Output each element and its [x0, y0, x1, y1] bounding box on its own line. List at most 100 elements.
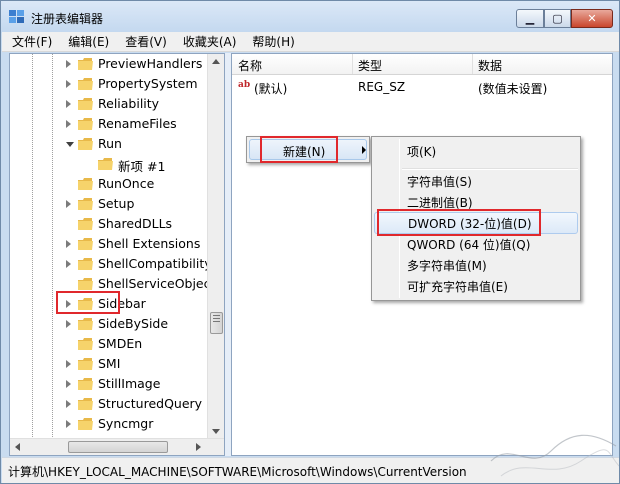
submenu-item-label: 多字符串值(M) — [407, 258, 487, 273]
folder-icon — [78, 218, 93, 230]
folder-icon — [78, 98, 93, 110]
tree-item-label: SMI — [98, 356, 121, 371]
submenu-item-label: 字符串值(S) — [407, 174, 472, 189]
key-tree-pane[interactable]: PreviewHandlers PropertySystem Reliability… — [9, 53, 225, 456]
value-data: (数值未设置) — [478, 82, 548, 96]
submenu-item-label: 可扩充字符串值(E) — [407, 279, 508, 294]
tree-item-label: ShellServiceObjectDelayLoad — [98, 276, 208, 291]
maximize-icon: ▢ — [552, 12, 563, 25]
folder-icon — [78, 118, 93, 130]
status-bar: 计算机\HKEY_LOCAL_MACHINE\SOFTWARE\Microsof… — [2, 457, 619, 483]
folder-icon — [78, 238, 93, 250]
list-header: 名称 类型 数据 — [232, 54, 612, 75]
folder-icon — [78, 398, 93, 410]
tree-item-label: SideBySide — [98, 316, 169, 331]
tree-item[interactable]: Shell Extensions — [10, 234, 208, 254]
submenu-item-key-label: 项(K) — [407, 144, 437, 159]
minimize-button[interactable]: ▁ — [516, 9, 544, 28]
folder-icon — [78, 358, 93, 370]
minimize-icon: ▁ — [525, 12, 535, 25]
submenu-item-label: 二进制值(B) — [407, 195, 473, 210]
column-divider[interactable] — [352, 54, 353, 74]
tree-item-label: Reliability — [98, 96, 160, 111]
tree-item-label: Shell Extensions — [98, 236, 201, 251]
menu-view[interactable]: 查看(V) — [115, 33, 173, 50]
tree-scroll-thumb[interactable] — [210, 312, 223, 334]
key-path: 计算机\HKEY_LOCAL_MACHINE\SOFTWARE\Microsof… — [8, 465, 467, 479]
folder-icon — [78, 258, 93, 270]
menu-edit[interactable]: 编辑(E) — [58, 33, 115, 50]
tree-item[interactable]: SMI — [10, 354, 208, 374]
tree-item[interactable]: RenameFiles — [10, 114, 208, 134]
expand-arrow-icon[interactable] — [66, 100, 71, 108]
expand-arrow-icon[interactable] — [66, 260, 71, 268]
folder-icon — [78, 58, 93, 70]
value-name: (默认) — [254, 82, 288, 96]
tree-item[interactable]: Setup — [10, 194, 208, 214]
expand-arrow-icon[interactable] — [66, 400, 71, 408]
submenu-arrow-icon — [362, 146, 366, 154]
folder-icon — [78, 318, 93, 330]
submenu-item-label: QWORD (64 位)值(Q) — [407, 237, 531, 252]
tree-hscroll-thumb[interactable] — [68, 441, 168, 453]
scroll-left-icon[interactable] — [15, 443, 20, 451]
tree-item[interactable]: PropertySystem — [10, 74, 208, 94]
submenu-item-key[interactable]: 项(K) — [374, 140, 578, 162]
scroll-up-icon[interactable] — [212, 59, 220, 64]
value-row[interactable]: ab (默认) REG_SZ (数值未设置) — [232, 78, 612, 98]
tree-item[interactable]: SideBySide — [10, 314, 208, 334]
tree-item[interactable]: Syncmgr — [10, 414, 208, 434]
maximize-button[interactable]: ▢ — [544, 9, 571, 28]
tree-item[interactable]: SharedDLLs — [10, 214, 208, 234]
expand-arrow-icon[interactable] — [66, 420, 71, 428]
expand-arrow-icon[interactable] — [66, 320, 71, 328]
submenu-item[interactable]: 多字符串值(M) — [374, 254, 578, 276]
expand-arrow-icon[interactable] — [66, 80, 71, 88]
menu-help[interactable]: 帮助(H) — [242, 33, 300, 50]
folder-icon — [78, 278, 93, 290]
folder-icon — [78, 78, 93, 90]
menu-favorites[interactable]: 收藏夹(A) — [173, 33, 243, 50]
expand-arrow-icon[interactable] — [66, 240, 71, 248]
menu-file[interactable]: 文件(F) — [2, 33, 58, 50]
tree-item[interactable]: Run — [10, 134, 208, 154]
column-divider[interactable] — [472, 54, 473, 74]
registry-app-icon — [9, 10, 24, 23]
tree-item-label: StillImage — [98, 376, 161, 391]
folder-icon — [78, 178, 93, 190]
tree-item[interactable]: StillImage — [10, 374, 208, 394]
window-title: 注册表编辑器 — [31, 12, 104, 26]
tree-item-label: PropertySystem — [98, 76, 198, 91]
submenu-item[interactable]: QWORD (64 位)值(Q) — [374, 233, 578, 255]
tree-horizontal-scrollbar[interactable] — [10, 438, 224, 455]
tree-item[interactable]: ShellCompatibility — [10, 254, 208, 274]
submenu-item[interactable]: 可扩充字符串值(E) — [374, 275, 578, 297]
tree-item[interactable]: 新项 #1 — [10, 154, 208, 174]
title-bar[interactable]: 注册表编辑器 ▁ ▢ ✕ — [1, 1, 619, 33]
column-type-header[interactable]: 类型 — [358, 57, 382, 74]
column-name-header[interactable]: 名称 — [238, 57, 262, 74]
tree-item[interactable]: SMDEn — [10, 334, 208, 354]
scroll-down-icon[interactable] — [212, 429, 220, 434]
expand-arrow-icon[interactable] — [66, 200, 71, 208]
tree-item[interactable]: Reliability — [10, 94, 208, 114]
tree-item[interactable]: StructuredQuery — [10, 394, 208, 414]
close-button[interactable]: ✕ — [571, 9, 613, 28]
tree-item-label: PreviewHandlers — [98, 56, 203, 71]
annotation-box-sidebar — [56, 291, 120, 314]
column-data-header[interactable]: 数据 — [478, 57, 502, 74]
tree-item[interactable]: RunOnce — [10, 174, 208, 194]
submenu-item[interactable]: 字符串值(S) — [374, 170, 578, 192]
expand-arrow-icon[interactable] — [66, 360, 71, 368]
collapse-arrow-icon[interactable] — [66, 142, 74, 147]
value-type: REG_SZ — [358, 80, 406, 94]
scroll-right-icon[interactable] — [196, 443, 201, 451]
tree-item-label: Setup — [98, 196, 135, 211]
tree-vertical-scrollbar[interactable] — [207, 54, 224, 439]
expand-arrow-icon[interactable] — [66, 120, 71, 128]
expand-arrow-icon[interactable] — [66, 60, 71, 68]
expand-arrow-icon[interactable] — [66, 380, 71, 388]
folder-icon — [78, 338, 93, 350]
tree-item[interactable]: PreviewHandlers — [10, 54, 208, 74]
registry-editor-window: 注册表编辑器 ▁ ▢ ✕ 文件(F) 编辑(E) 查看(V) 收藏夹(A) 帮助… — [0, 0, 620, 484]
